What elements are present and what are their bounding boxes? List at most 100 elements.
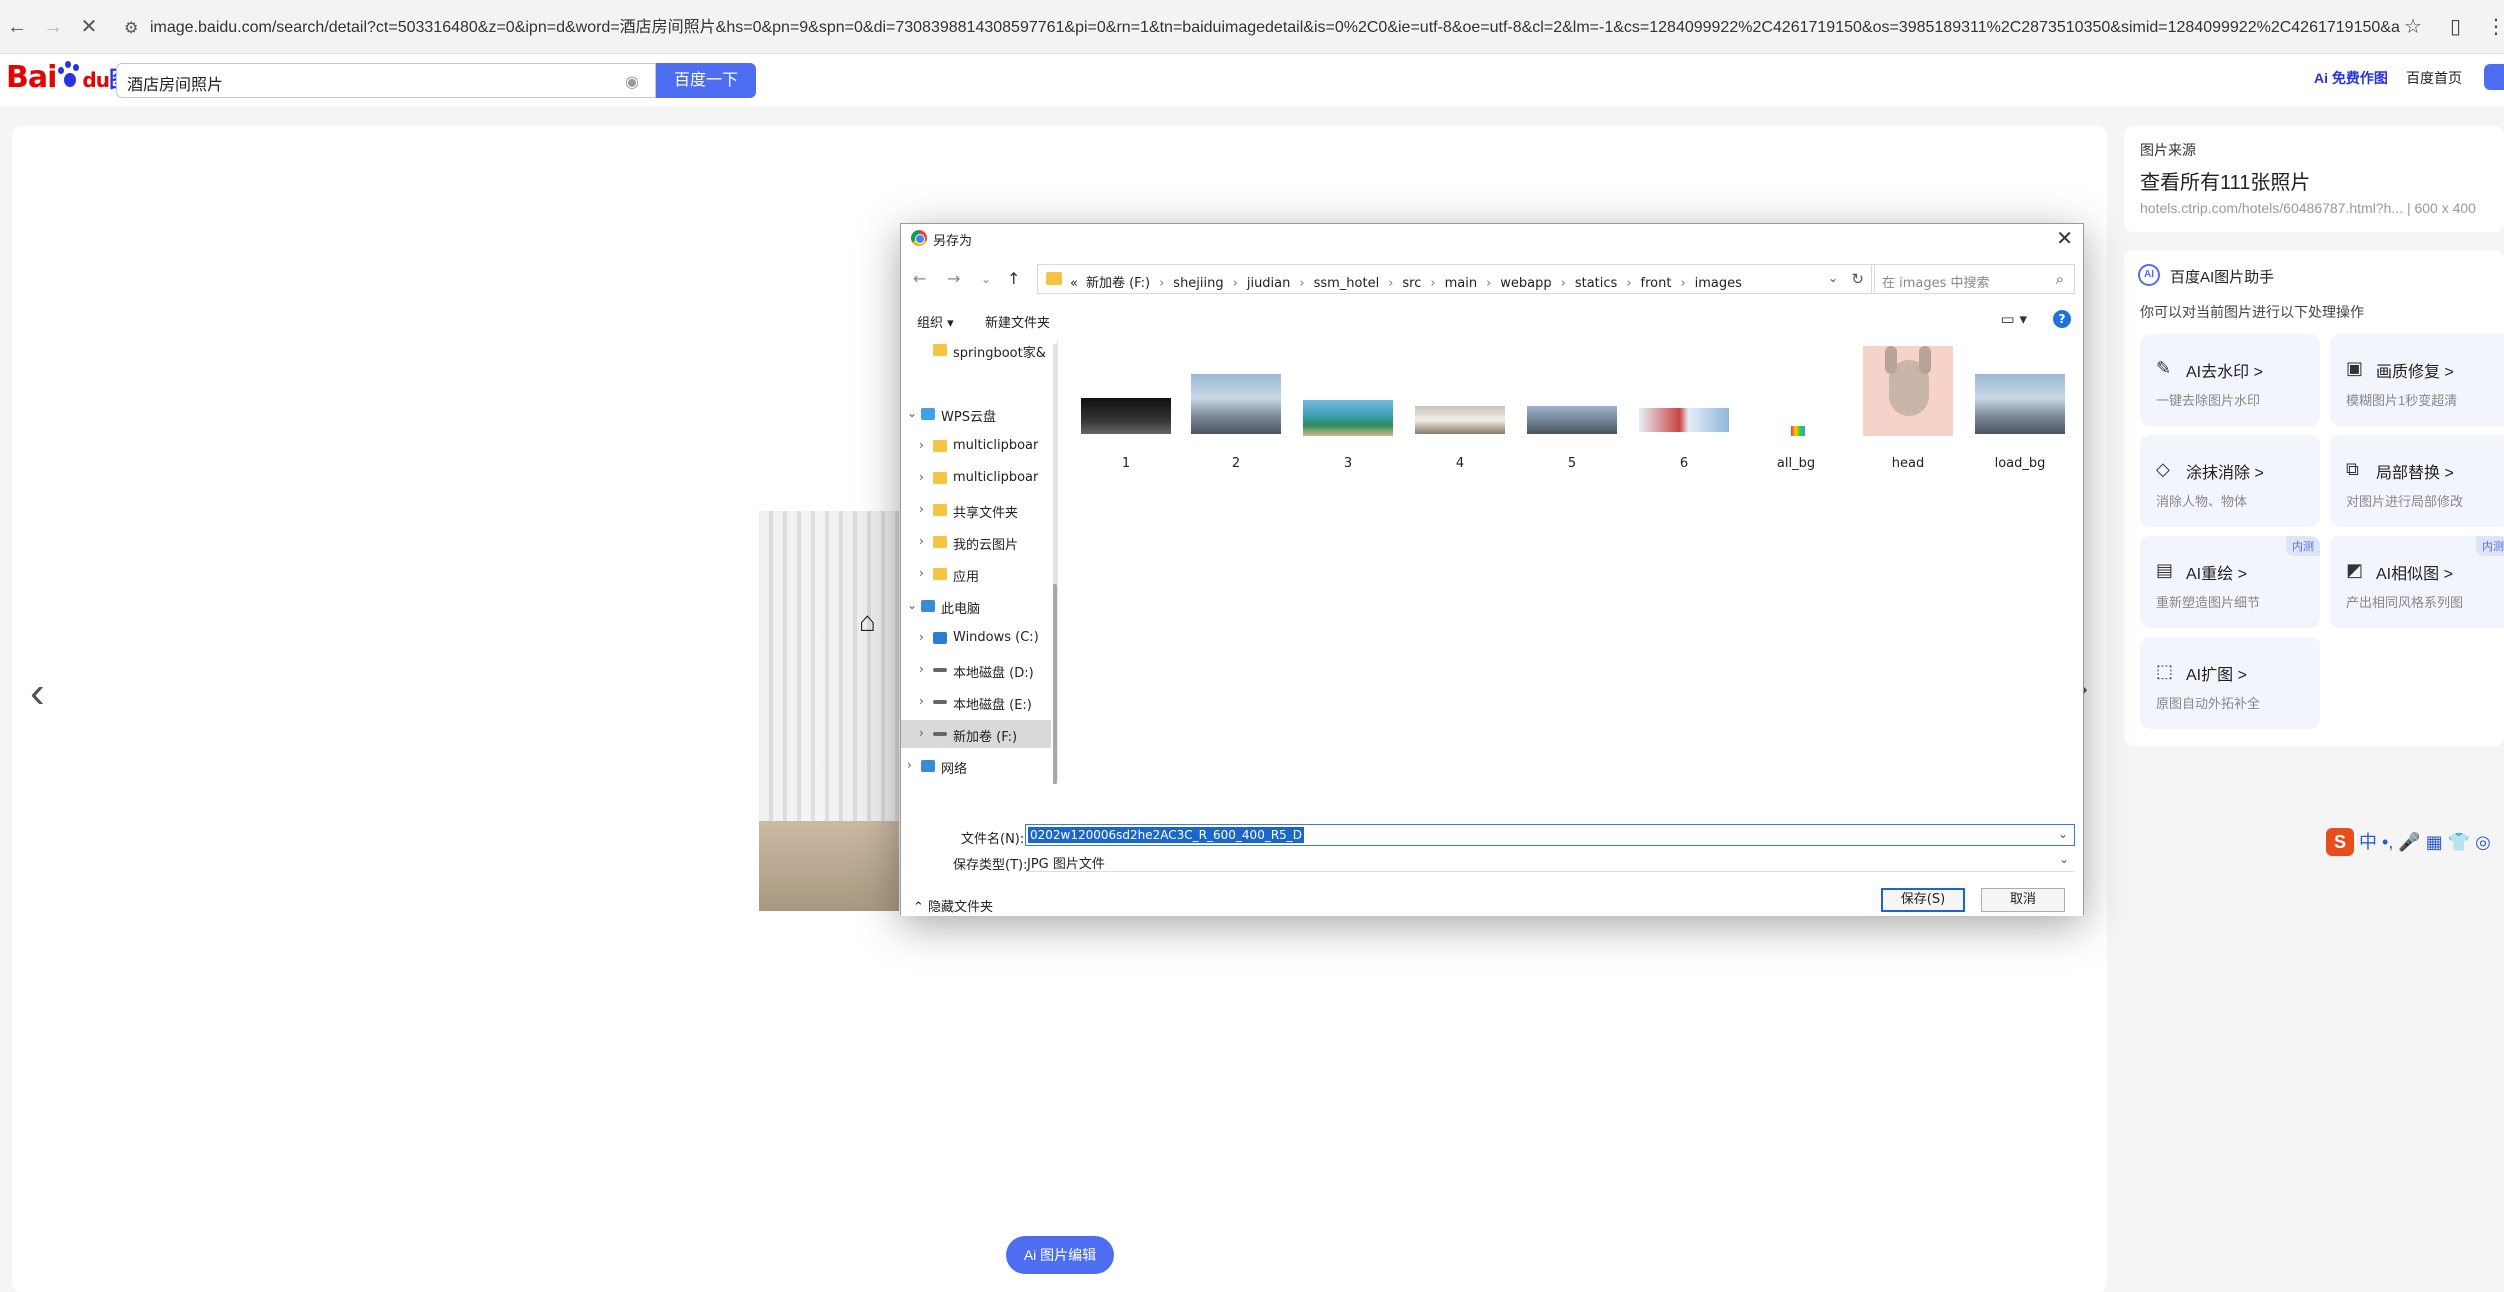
refresh-icon[interactable]: ↻ bbox=[1851, 270, 1864, 288]
ai-tool-card[interactable]: ✎ AI去水印 > 一键去除图片水印 bbox=[2140, 334, 2320, 426]
tree-item[interactable]: ⌄ WPS云盘 bbox=[901, 400, 1051, 428]
search-input[interactable]: 酒店房间照片 ◉ bbox=[116, 63, 656, 98]
file-item[interactable]: 5 bbox=[1517, 340, 1617, 471]
recent-dropdown-icon[interactable]: ⌄ bbox=[981, 272, 991, 286]
chevron-down-icon[interactable]: ⌄ bbox=[907, 598, 917, 612]
back-icon[interactable]: ← bbox=[4, 14, 30, 40]
up-folder-icon[interactable]: ↑ bbox=[1007, 269, 1020, 288]
tree-item[interactable]: › 网络 bbox=[901, 752, 1051, 780]
close-icon[interactable]: ✕ bbox=[2056, 226, 2073, 250]
breadcrumb-separator-icon[interactable]: › bbox=[1233, 276, 1238, 291]
forward-icon[interactable]: → bbox=[947, 269, 960, 288]
tree-item[interactable]: › 共享文件夹 bbox=[901, 496, 1051, 524]
breadcrumb-separator-icon[interactable]: › bbox=[1680, 276, 1685, 291]
hide-folders-label[interactable]: 隐藏文件夹 bbox=[928, 900, 993, 915]
address-bar[interactable]: image.baidu.com/search/detail?ct=5033164… bbox=[150, 14, 2400, 42]
chevron-down-icon[interactable]: ⌄ bbox=[1828, 271, 1838, 285]
save-button[interactable]: 保存(S) bbox=[1881, 888, 1965, 912]
breadcrumb-item[interactable]: src bbox=[1402, 276, 1421, 291]
tree-item[interactable]: › 我的云图片 bbox=[901, 528, 1051, 556]
ai-draw-link[interactable]: Ai 免费作图 bbox=[2314, 68, 2388, 88]
file-item[interactable]: load_bg bbox=[1965, 340, 2065, 471]
file-item[interactable]: 4 bbox=[1405, 340, 1505, 471]
chevron-right-icon[interactable]: › bbox=[919, 726, 924, 740]
tree-item[interactable]: › Windows (C:) bbox=[901, 624, 1051, 652]
breadcrumb-item[interactable]: statics bbox=[1575, 276, 1617, 291]
ai-tool-card[interactable]: ▣ 画质修复 > 模糊图片1秒变超清 bbox=[2330, 334, 2504, 426]
chevron-right-icon[interactable]: › bbox=[919, 662, 924, 676]
new-folder-button[interactable]: 新建文件夹 bbox=[985, 312, 1050, 331]
ai-tool-card[interactable]: ◇ 涂抹消除 > 消除人物、物体 bbox=[2140, 435, 2320, 527]
tree-item[interactable]: › 本地磁盘 (D:) bbox=[901, 656, 1051, 684]
organize-menu[interactable]: 组织 ▾ bbox=[917, 312, 954, 331]
prev-image-arrow[interactable]: ‹ bbox=[30, 668, 45, 718]
login-button[interactable] bbox=[2484, 64, 2504, 90]
chevron-right-icon[interactable]: › bbox=[907, 758, 912, 772]
ai-tool-card[interactable]: ⧉ 局部替换 > 对图片进行局部修改 bbox=[2330, 435, 2504, 527]
breadcrumb-item[interactable]: main bbox=[1445, 276, 1477, 291]
view-all-photos-link[interactable]: 查看所有111张照片 bbox=[2140, 166, 2310, 195]
breadcrumb-item[interactable]: images bbox=[1695, 276, 1742, 291]
breadcrumb-item[interactable]: shejiing bbox=[1173, 276, 1223, 291]
ai-tool-card[interactable]: ⬚ AI扩图 > 原图自动外拓补全 bbox=[2140, 637, 2320, 729]
file-item[interactable]: 3 bbox=[1293, 340, 1393, 471]
search-button[interactable]: 百度一下 bbox=[656, 63, 756, 98]
help-icon[interactable]: ? bbox=[2053, 310, 2071, 328]
tree-item[interactable]: ⌄ 此电脑 bbox=[901, 592, 1051, 620]
cancel-button[interactable]: 取消 bbox=[1981, 888, 2065, 912]
breadcrumb-item[interactable]: webapp bbox=[1500, 276, 1551, 291]
chevron-right-icon[interactable]: › bbox=[919, 694, 924, 708]
file-item[interactable]: 1 bbox=[1071, 340, 1171, 471]
breadcrumb-separator-icon[interactable]: › bbox=[1430, 276, 1435, 291]
camera-icon[interactable]: ◉ bbox=[625, 72, 643, 91]
file-item[interactable]: 6 bbox=[1629, 340, 1729, 471]
site-info-icon[interactable]: ⚙ bbox=[124, 18, 144, 38]
forward-icon[interactable]: → bbox=[40, 14, 66, 40]
filetype-select[interactable]: JPG 图片文件 ⌄ bbox=[1025, 850, 2075, 872]
address-path-bar[interactable]: « 新加卷 (F:) › shejiing › jiudian › ssm_hotel › src… bbox=[1037, 264, 1875, 294]
overflow-chevron[interactable]: « bbox=[1070, 276, 1078, 291]
breadcrumb-item[interactable]: front bbox=[1641, 276, 1672, 291]
close-loading-icon[interactable]: ✕ bbox=[76, 14, 102, 40]
source-url[interactable]: hotels.ctrip.com/hotels/60486787.html?h.… bbox=[2140, 200, 2476, 216]
tree-item[interactable]: › 应用 bbox=[901, 560, 1051, 588]
chevron-right-icon[interactable]: › bbox=[919, 534, 924, 548]
home-link[interactable]: 百度首页 bbox=[2406, 68, 2462, 88]
tree-item[interactable]: › multiclipboar bbox=[901, 432, 1051, 460]
breadcrumb-separator-icon[interactable]: › bbox=[1626, 276, 1631, 291]
breadcrumb-separator-icon[interactable]: › bbox=[1486, 276, 1491, 291]
ai-tool-card[interactable]: ▤ AI重绘 > 重新塑造图片细节 内测 bbox=[2140, 536, 2320, 628]
folder-search-input[interactable]: 在 images 中搜索 ⌕ bbox=[1871, 264, 2075, 294]
breadcrumb-item[interactable]: jiudian bbox=[1247, 276, 1291, 291]
ai-edit-button[interactable]: Ai 图片编辑 bbox=[1006, 1236, 1114, 1274]
breadcrumb-separator-icon[interactable]: › bbox=[1561, 276, 1566, 291]
chevron-down-icon[interactable]: ⌄ bbox=[907, 406, 917, 420]
tree-item[interactable]: › multiclipboar bbox=[901, 464, 1051, 492]
sidebar-toggle-icon[interactable]: ▯ bbox=[2450, 14, 2461, 39]
filename-input[interactable]: 0202w120006sd2he2AC3C_R_600_400_R5_D ⌄ bbox=[1025, 824, 2075, 846]
ai-tool-card[interactable]: ◩ AI相似图 > 产出相同风格系列图 内测 bbox=[2330, 536, 2504, 628]
tree-item[interactable]: springboot家& bbox=[901, 340, 1051, 364]
chevron-right-icon[interactable]: › bbox=[919, 470, 924, 484]
menu-icon[interactable]: ⋮ bbox=[2486, 14, 2504, 39]
breadcrumb[interactable]: « 新加卷 (F:) › shejiing › jiudian › ssm_hotel › src… bbox=[1070, 272, 1742, 291]
chevron-down-icon[interactable]: ⌄ bbox=[2059, 852, 2069, 866]
breadcrumb-item[interactable]: 新加卷 (F:) bbox=[1086, 276, 1150, 291]
tree-item[interactable]: › 新加卷 (F:) bbox=[901, 720, 1051, 748]
file-item[interactable]: 2 bbox=[1181, 340, 1281, 471]
breadcrumb-separator-icon[interactable]: › bbox=[1299, 276, 1304, 291]
hide-folders-toggle[interactable]: ⌃ 隐藏文件夹 bbox=[913, 896, 993, 915]
chevron-right-icon[interactable]: › bbox=[919, 438, 924, 452]
breadcrumb-separator-icon[interactable]: › bbox=[1159, 276, 1164, 291]
view-options-icon[interactable]: ▭ ▾ bbox=[2001, 310, 2027, 328]
tree-item[interactable]: › 本地磁盘 (E:) bbox=[901, 688, 1051, 716]
chevron-down-icon[interactable]: ⌄ bbox=[2058, 827, 2068, 841]
back-icon[interactable]: ← bbox=[913, 269, 926, 288]
sogou-ime-icon[interactable]: S bbox=[2326, 828, 2354, 856]
chevron-right-icon[interactable]: › bbox=[919, 502, 924, 516]
breadcrumb-item[interactable]: ssm_hotel bbox=[1314, 276, 1380, 291]
file-item[interactable]: all_bg bbox=[1741, 340, 1841, 471]
file-item[interactable]: head bbox=[1853, 340, 1953, 471]
chevron-right-icon[interactable]: › bbox=[919, 630, 924, 644]
bookmark-star-icon[interactable]: ☆ bbox=[2404, 14, 2422, 39]
